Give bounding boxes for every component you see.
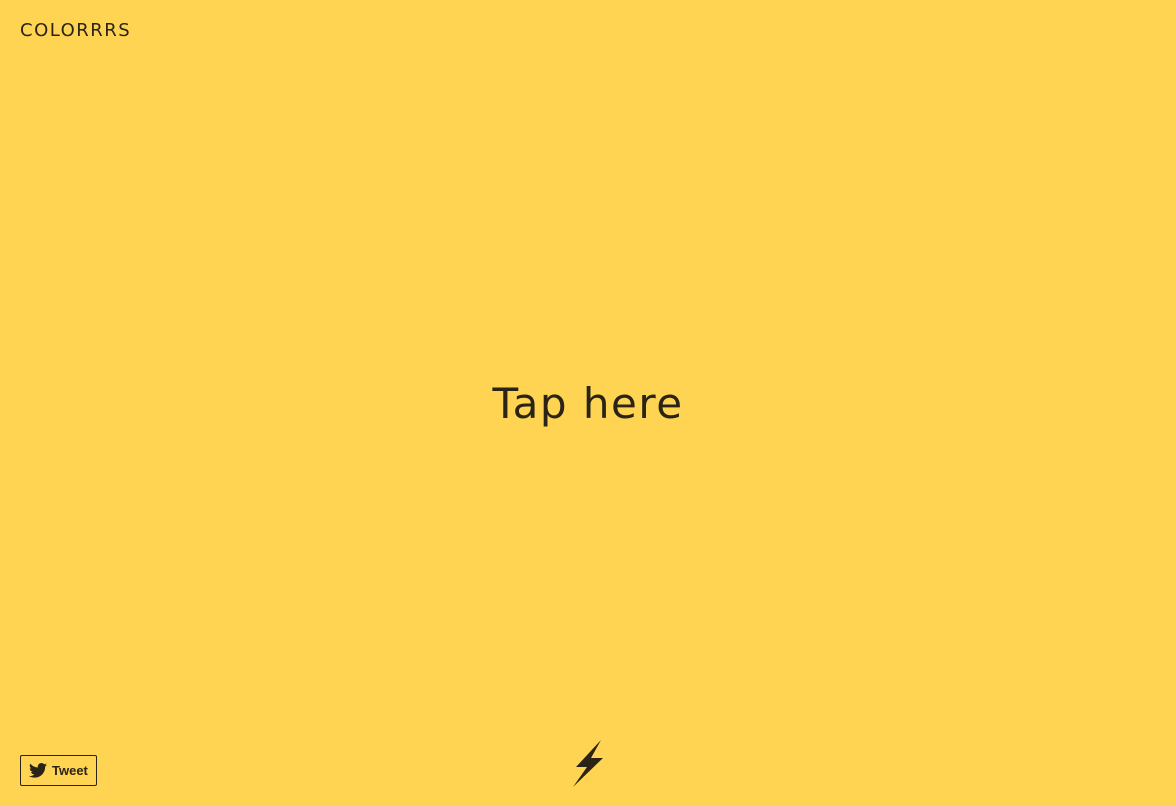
tap-here-text[interactable]: Tap here (0, 373, 1176, 435)
twitter-bird-icon (29, 763, 47, 778)
logo[interactable]: COLORRRS (20, 19, 131, 43)
tweet-label: Tweet (52, 763, 88, 778)
tweet-button[interactable]: Tweet (20, 755, 97, 786)
lightning-bolt-icon[interactable] (572, 740, 604, 787)
